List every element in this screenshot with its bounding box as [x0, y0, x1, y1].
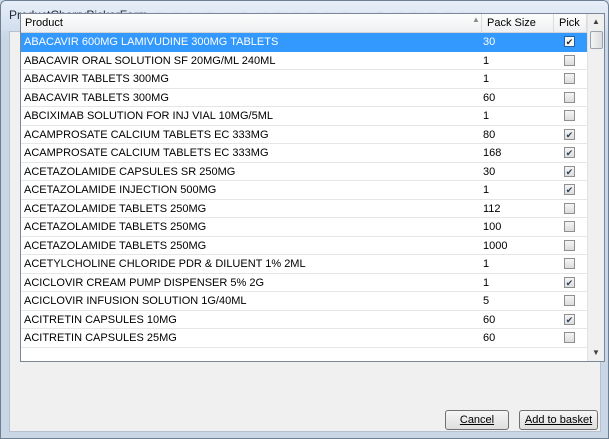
table-row[interactable]: ACETAZOLAMIDE TABLETS 250MG 1000 — [21, 237, 587, 255]
product-name-cell: ABACAVIR TABLETS 300MG — [24, 91, 169, 104]
product-name-cell: ACAMPROSATE CALCIUM TABLETS EC 333MG — [24, 147, 269, 159]
pack-size-cell: 30 — [483, 36, 496, 48]
pick-checkbox[interactable] — [564, 239, 575, 251]
table-row[interactable]: ACETAZOLAMIDE TABLETS 250MG 100 — [21, 218, 587, 237]
product-name-cell: ABCIXIMAB SOLUTION FOR INJ VIAL 10MG/5ML — [24, 110, 273, 122]
checkmark-icon: ✔ — [565, 37, 574, 47]
add-to-basket-label: Add to basket — [524, 414, 593, 426]
pick-checkbox[interactable] — [564, 295, 575, 306]
table-row[interactable]: ACICLOVIR INFUSION SOLUTION 1G/40ML 5 — [21, 292, 587, 311]
table-row[interactable]: ABACAVIR TABLETS 300MG 1 — [21, 70, 587, 89]
column-header-pack-size[interactable]: Pack Size — [487, 14, 536, 32]
product-name-cell: ACETYLCHOLINE CHLORIDE PDR & DILUENT 1% … — [24, 258, 306, 270]
product-grid[interactable]: Product ▲ Pack Size Pick ABACAVIR 600MG … — [20, 13, 605, 362]
pick-checkbox[interactable]: ✔ — [564, 128, 575, 140]
pack-size-cell: 30 — [483, 165, 496, 178]
scrollbar-thumb[interactable] — [590, 31, 603, 49]
product-name-cell: ABACAVIR 600MG LAMIVUDINE 300MG TABLETS — [24, 36, 279, 48]
pack-size-cell: 1 — [483, 73, 490, 85]
table-row[interactable]: ABACAVIR 600MG LAMIVUDINE 300MG TABLETS 3… — [21, 33, 587, 52]
app-window: ProductCherryPickerForm Product ▲ Pack S… — [0, 0, 609, 439]
table-row[interactable]: ACETAZOLAMIDE INJECTION 500MG 1 ✔ — [21, 181, 587, 200]
pack-size-cell: 1000 — [483, 239, 508, 252]
scroll-up-icon[interactable]: ▲ — [588, 14, 604, 30]
pick-checkbox[interactable] — [564, 73, 575, 84]
pack-size-cell: 1 — [483, 110, 490, 122]
product-name-cell: ACAMPROSATE CALCIUM TABLETS EC 333MG — [24, 128, 269, 141]
table-row[interactable]: ACETAZOLAMIDE CAPSULES SR 250MG 30 ✔ — [21, 163, 587, 181]
pack-size-cell: 1 — [483, 276, 490, 289]
pick-checkbox[interactable] — [564, 202, 575, 214]
pack-size-cell: 1 — [483, 258, 490, 270]
cancel-button[interactable]: Cancel — [445, 410, 509, 430]
pack-size-cell: 60 — [483, 332, 496, 344]
grid-header: Product ▲ Pack Size Pick — [21, 14, 587, 33]
product-name-cell: ACETAZOLAMIDE TABLETS 250MG — [24, 202, 207, 215]
scroll-down-icon[interactable]: ▼ — [588, 345, 604, 361]
pack-size-cell: 100 — [483, 221, 502, 233]
product-name-cell: ACETAZOLAMIDE TABLETS 250MG — [24, 221, 207, 233]
product-name-cell: ACICLOVIR INFUSION SOLUTION 1G/40ML — [24, 295, 247, 307]
cancel-button-label: Cancel — [459, 414, 495, 426]
pack-size-cell: 60 — [483, 91, 496, 104]
vertical-scrollbar[interactable]: ▲ ▼ — [587, 14, 604, 361]
product-name-cell: ABACAVIR TABLETS 300MG — [24, 73, 169, 85]
pick-checkbox[interactable] — [564, 332, 575, 343]
table-row[interactable]: ACAMPROSATE CALCIUM TABLETS EC 333MG 80 ✔ — [21, 126, 587, 144]
table-row[interactable]: ABCIXIMAB SOLUTION FOR INJ VIAL 10MG/5ML… — [21, 107, 587, 126]
column-header-pick[interactable]: Pick — [559, 14, 580, 32]
pick-checkbox[interactable] — [564, 221, 575, 232]
checkmark-icon: ✔ — [565, 277, 574, 288]
table-row[interactable]: ACETAZOLAMIDE TABLETS 250MG 112 — [21, 200, 587, 218]
pick-checkbox[interactable] — [564, 258, 575, 269]
pick-checkbox[interactable] — [564, 54, 575, 66]
pick-checkbox[interactable] — [564, 91, 575, 103]
table-row[interactable]: ACETYLCHOLINE CHLORIDE PDR & DILUENT 1% … — [21, 255, 587, 274]
checkmark-icon: ✔ — [565, 185, 574, 195]
table-row[interactable]: ACAMPROSATE CALCIUM TABLETS EC 333MG 168 ✔ — [21, 144, 587, 163]
column-divider[interactable] — [481, 14, 482, 32]
pack-size-cell: 168 — [483, 147, 502, 159]
product-name-cell: ACITRETIN CAPSULES 10MG — [24, 313, 177, 326]
product-name-cell: ACETAZOLAMIDE TABLETS 250MG — [24, 239, 207, 252]
checkmark-icon: ✔ — [565, 166, 574, 177]
add-to-basket-button[interactable]: Add to basket — [519, 410, 598, 430]
column-divider[interactable] — [553, 14, 554, 32]
pack-size-cell: 80 — [483, 128, 496, 141]
pick-checkbox[interactable]: ✔ — [564, 276, 575, 288]
grid-rows: ABACAVIR 600MG LAMIVUDINE 300MG TABLETS 3… — [21, 33, 587, 348]
table-row[interactable]: ACITRETIN CAPSULES 25MG 60 — [21, 329, 587, 348]
pick-checkbox[interactable]: ✔ — [564, 36, 575, 47]
table-row[interactable]: ABACAVIR ORAL SOLUTION SF 20MG/ML 240ML 1 — [21, 52, 587, 70]
table-row[interactable]: ACITRETIN CAPSULES 10MG 60 ✔ — [21, 311, 587, 329]
table-row[interactable]: ABACAVIR TABLETS 300MG 60 — [21, 89, 587, 107]
sort-ascending-icon: ▲ — [472, 15, 480, 24]
pack-size-cell: 1 — [483, 54, 490, 67]
product-name-cell: ACETAZOLAMIDE INJECTION 500MG — [24, 184, 217, 196]
pick-checkbox[interactable]: ✔ — [564, 147, 575, 158]
pack-size-cell: 5 — [483, 295, 490, 307]
checkmark-icon: ✔ — [565, 129, 574, 140]
product-name-cell: ABACAVIR ORAL SOLUTION SF 20MG/ML 240ML — [24, 54, 276, 67]
pick-checkbox[interactable] — [564, 110, 575, 121]
pick-checkbox[interactable]: ✔ — [564, 184, 575, 195]
checkmark-icon: ✔ — [565, 314, 574, 325]
pack-size-cell: 1 — [483, 184, 490, 196]
product-name-cell: ACITRETIN CAPSULES 25MG — [24, 332, 177, 344]
table-row[interactable]: ACICLOVIR CREAM PUMP DISPENSER 5% 2G 1 ✔ — [21, 274, 587, 292]
product-name-cell: ACICLOVIR CREAM PUMP DISPENSER 5% 2G — [24, 276, 265, 289]
product-name-cell: ACETAZOLAMIDE CAPSULES SR 250MG — [24, 165, 236, 178]
column-header-product[interactable]: Product — [25, 14, 63, 32]
pack-size-cell: 60 — [483, 313, 496, 326]
pack-size-cell: 112 — [483, 202, 501, 215]
pick-checkbox[interactable]: ✔ — [564, 165, 575, 177]
checkmark-icon: ✔ — [565, 148, 574, 158]
pick-checkbox[interactable]: ✔ — [564, 313, 575, 325]
